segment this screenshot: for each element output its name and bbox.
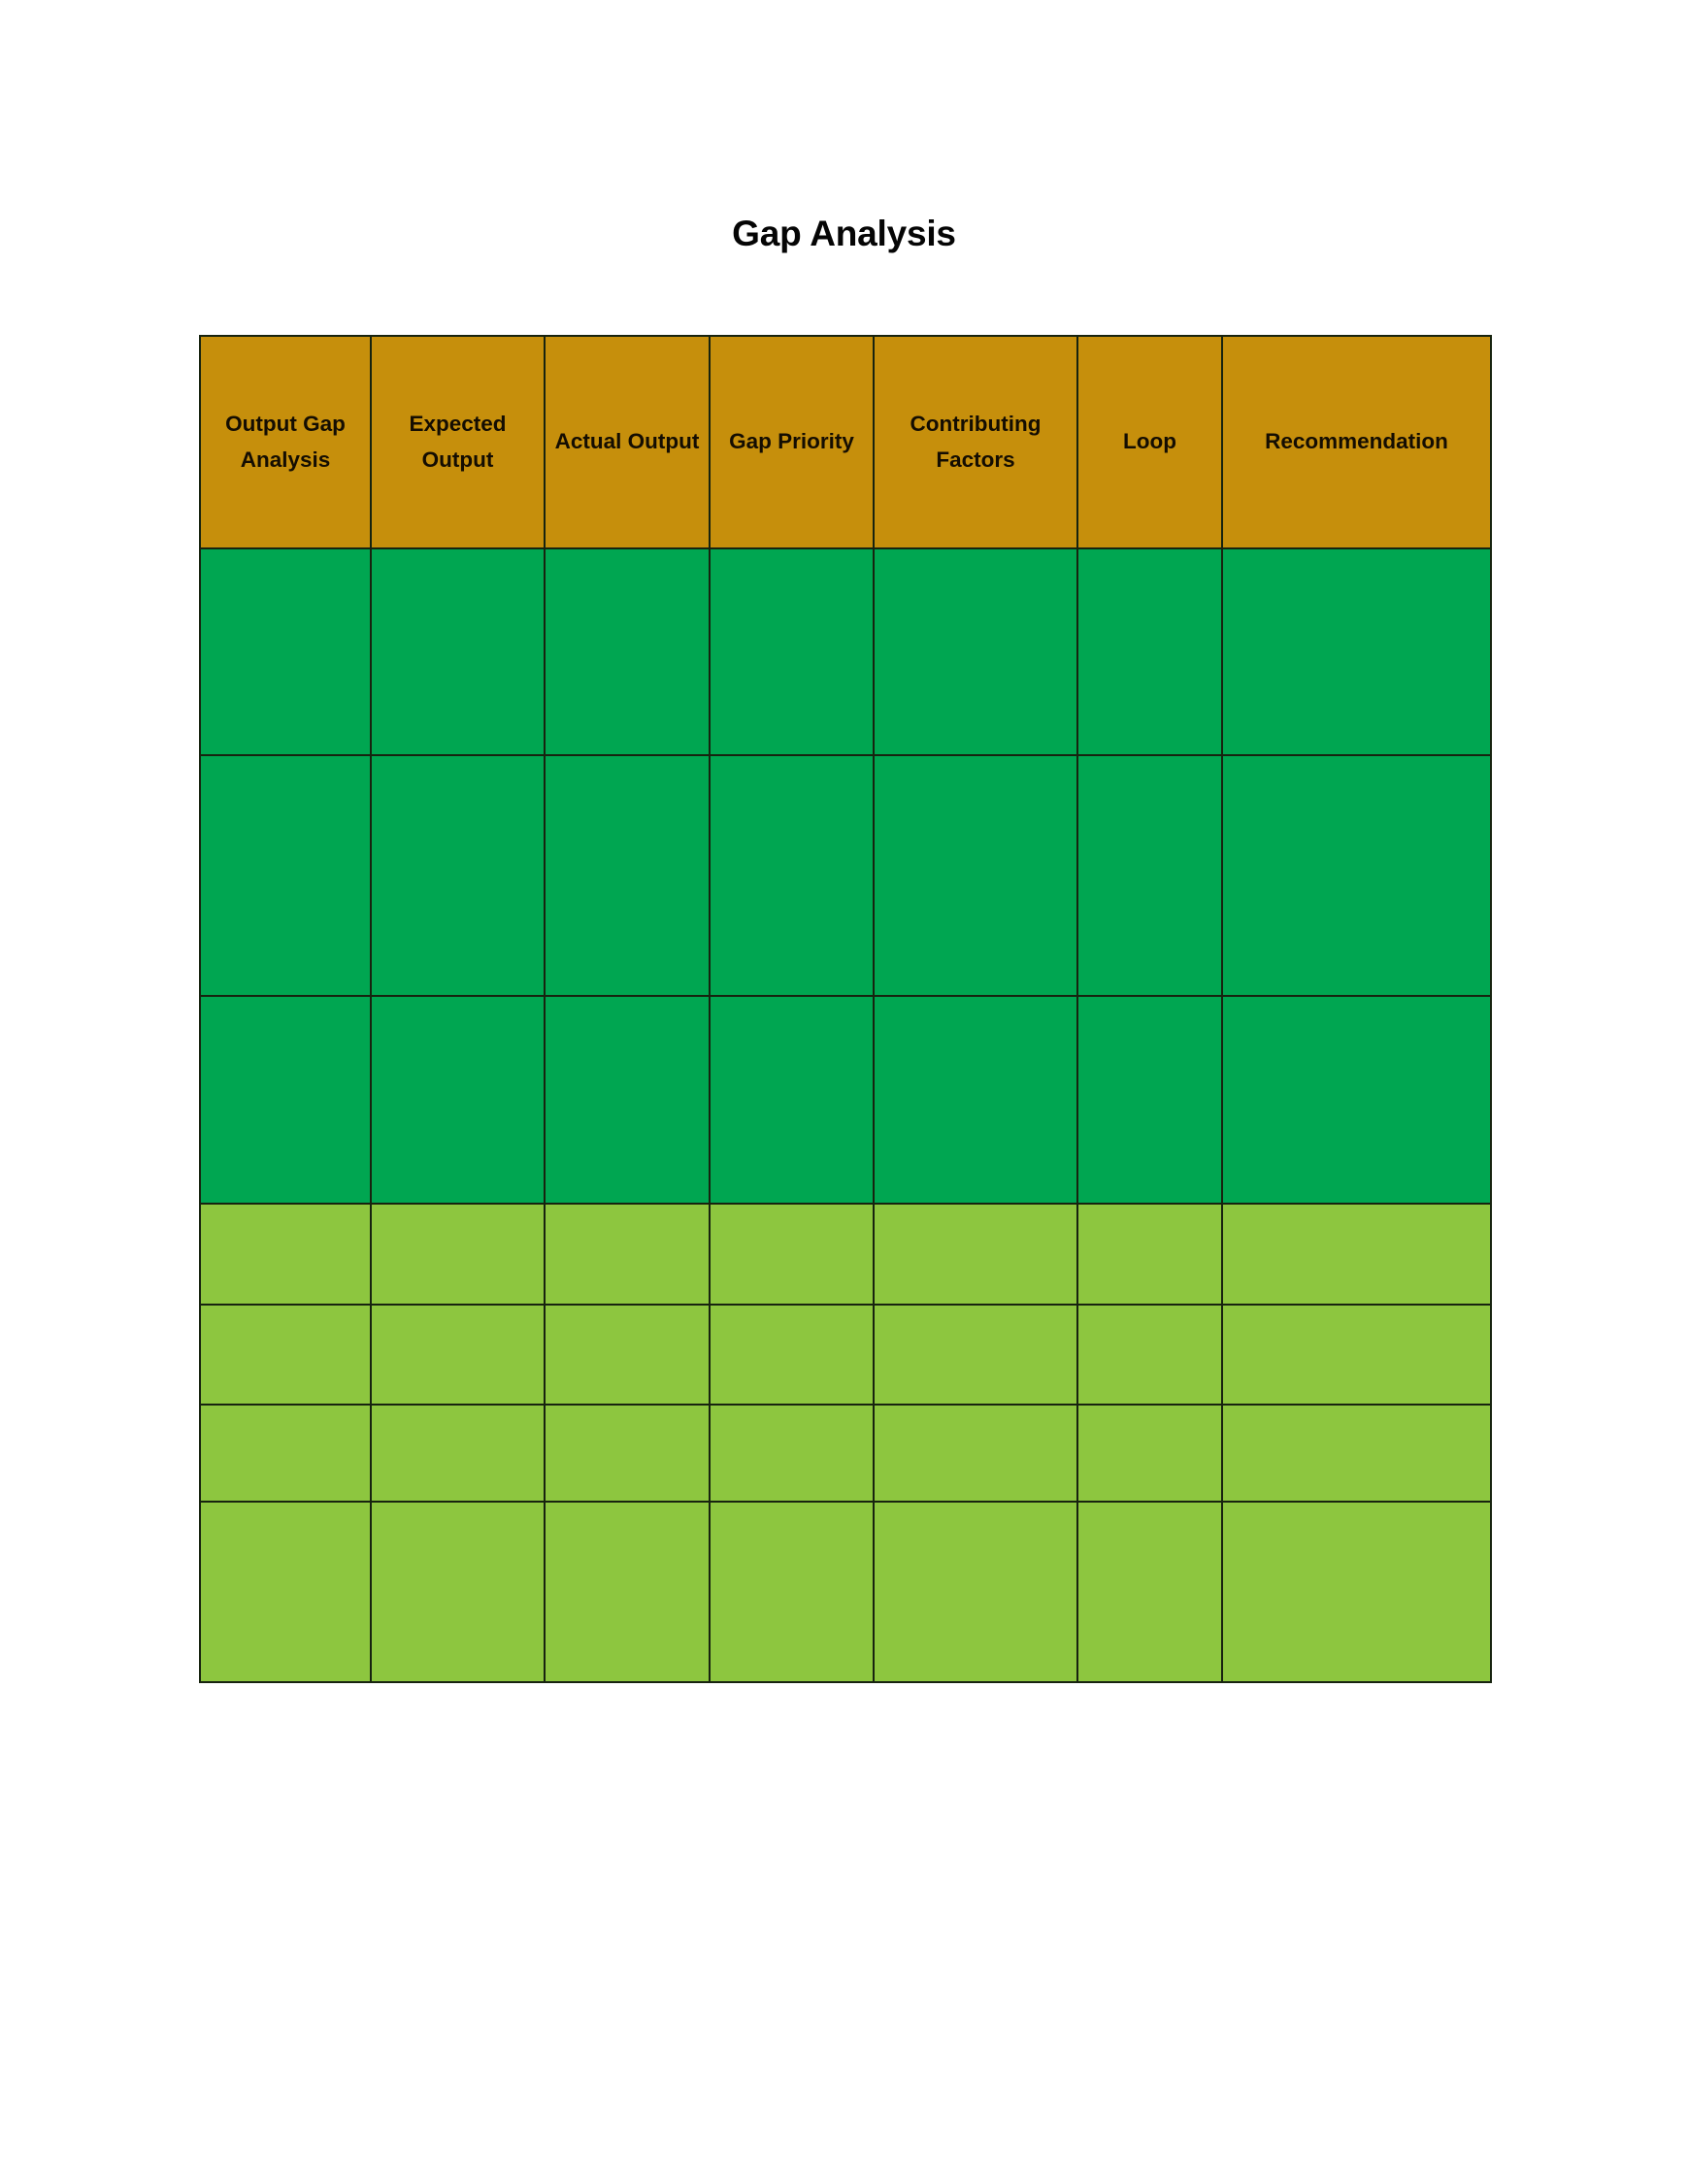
table-cell[interactable]: [1076, 754, 1223, 997]
column-header-label: Output Gap Analysis: [225, 412, 346, 472]
table-cell[interactable]: [544, 1304, 711, 1406]
table-cell[interactable]: [370, 547, 546, 756]
table-row[interactable]: [199, 995, 1492, 1205]
table-cell[interactable]: [709, 1304, 875, 1406]
table-row[interactable]: [199, 1404, 1492, 1503]
table-cell[interactable]: [873, 754, 1078, 997]
table-cell[interactable]: [1076, 1203, 1223, 1306]
table-body: [199, 547, 1492, 1683]
table-cell[interactable]: [1221, 754, 1492, 997]
gap-analysis-table-container: Output Gap Analysis Expected Output Actu…: [199, 335, 1492, 1683]
table-cell[interactable]: [199, 1304, 372, 1406]
page-title: Gap Analysis: [732, 213, 956, 253]
table-cell[interactable]: [1221, 1404, 1492, 1503]
table-cell[interactable]: [709, 995, 875, 1205]
table-cell[interactable]: [873, 995, 1078, 1205]
table-cell[interactable]: [1221, 1203, 1492, 1306]
table-cell[interactable]: [370, 995, 546, 1205]
table-cell[interactable]: [1221, 547, 1492, 756]
gap-analysis-table: Output Gap Analysis Expected Output Actu…: [199, 335, 1492, 1683]
table-cell[interactable]: [709, 547, 875, 756]
table-cell[interactable]: [199, 1404, 372, 1503]
column-header-gap-priority: Gap Priority: [709, 335, 875, 549]
table-cell[interactable]: [199, 1203, 372, 1306]
table-cell[interactable]: [1221, 995, 1492, 1205]
table-cell[interactable]: [709, 754, 875, 997]
table-cell[interactable]: [370, 754, 546, 997]
table-cell[interactable]: [544, 995, 711, 1205]
table-row[interactable]: [199, 547, 1492, 756]
table-cell[interactable]: [544, 547, 711, 756]
page-canvas: Gap Analysis Output Gap Analysis Expecte…: [0, 0, 1688, 2184]
table-cell[interactable]: [199, 754, 372, 997]
table-cell[interactable]: [873, 1501, 1078, 1683]
column-header-label: Recommendation: [1265, 429, 1448, 454]
table-cell[interactable]: [873, 1304, 1078, 1406]
table-cell[interactable]: [370, 1501, 546, 1683]
table-cell[interactable]: [709, 1404, 875, 1503]
table-cell[interactable]: [544, 1203, 711, 1306]
table-row[interactable]: [199, 754, 1492, 997]
table-cell[interactable]: [1076, 1304, 1223, 1406]
table-cell[interactable]: [544, 1501, 711, 1683]
table-cell[interactable]: [1076, 995, 1223, 1205]
table-cell[interactable]: [873, 547, 1078, 756]
table-cell[interactable]: [370, 1203, 546, 1306]
table-cell[interactable]: [1221, 1304, 1492, 1406]
table-cell[interactable]: [199, 995, 372, 1205]
column-header-recommendation: Recommendation: [1221, 335, 1492, 549]
table-cell[interactable]: [370, 1404, 546, 1503]
table-cell[interactable]: [1221, 1501, 1492, 1683]
table-header-row: Output Gap Analysis Expected Output Actu…: [199, 335, 1492, 549]
column-header-expected-output: Expected Output: [370, 335, 546, 549]
column-header-loop: Loop: [1076, 335, 1223, 549]
table-cell[interactable]: [1076, 547, 1223, 756]
column-header-label: Contributing Factors: [910, 412, 1042, 472]
table-cell[interactable]: [370, 1304, 546, 1406]
table-cell[interactable]: [873, 1404, 1078, 1503]
column-header-actual-output: Actual Output: [544, 335, 711, 549]
table-cell[interactable]: [1076, 1404, 1223, 1503]
table-cell[interactable]: [544, 754, 711, 997]
table-cell[interactable]: [544, 1404, 711, 1503]
table-cell[interactable]: [873, 1203, 1078, 1306]
column-header-contributing-factors: Contributing Factors: [873, 335, 1078, 549]
column-header-label: Actual Output: [554, 429, 700, 454]
column-header-label: Loop: [1123, 429, 1176, 454]
column-header-label: Gap Priority: [729, 429, 854, 454]
table-row[interactable]: [199, 1501, 1492, 1683]
table-cell[interactable]: [709, 1501, 875, 1683]
table-cell[interactable]: [199, 547, 372, 756]
table-cell[interactable]: [1076, 1501, 1223, 1683]
table-row[interactable]: [199, 1304, 1492, 1406]
table-row[interactable]: [199, 1203, 1492, 1306]
column-header-label: Expected Output: [409, 412, 507, 472]
table-cell[interactable]: [709, 1203, 875, 1306]
column-header-output-gap-analysis: Output Gap Analysis: [199, 335, 372, 549]
page-title-container: Gap Analysis: [0, 190, 1688, 278]
table-cell[interactable]: [199, 1501, 372, 1683]
